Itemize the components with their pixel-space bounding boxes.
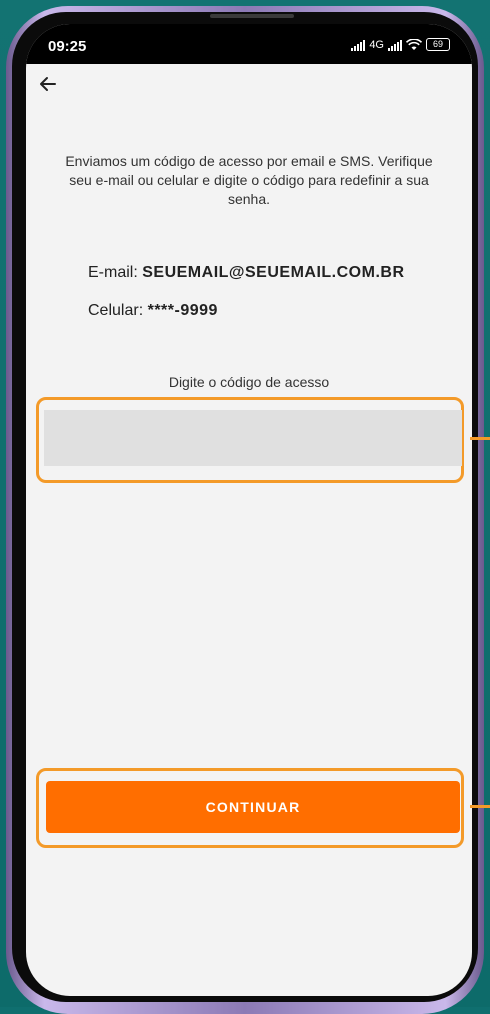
status-bar: 09:25 4G 69 bbox=[26, 24, 472, 64]
arrow-left-icon bbox=[40, 77, 56, 91]
email-value: SEUEMAIL@SEUEMAIL.COM.BR bbox=[142, 264, 405, 281]
email-row: E-mail: SEUEMAIL@SEUEMAIL.COM.BR bbox=[88, 264, 405, 282]
intro-text: Enviamos um código de acesso por email e… bbox=[65, 153, 433, 207]
access-code-input[interactable] bbox=[44, 410, 462, 466]
email-label: E-mail: bbox=[88, 264, 138, 281]
continue-button-connector bbox=[470, 805, 490, 808]
status-icons: 4G 69 bbox=[351, 38, 450, 51]
battery-icon: 69 bbox=[426, 38, 450, 51]
status-time: 09:25 bbox=[48, 38, 87, 55]
code-label: Digite o código de acesso bbox=[168, 374, 330, 390]
network-type: 4G bbox=[369, 38, 384, 51]
wifi-icon bbox=[406, 38, 422, 50]
phone-label: Celular: bbox=[88, 302, 144, 319]
signal-icon bbox=[351, 39, 366, 51]
phone-row: Celular: ****-9999 bbox=[88, 302, 218, 320]
speaker-slot bbox=[210, 14, 294, 18]
phone-value: ****-9999 bbox=[147, 302, 218, 319]
phone-screen: 09:25 4G 69 Enviamos um código de acesso… bbox=[26, 24, 472, 996]
back-button[interactable] bbox=[38, 74, 62, 98]
continue-button[interactable]: CONTINUAR bbox=[46, 781, 460, 833]
code-input-connector bbox=[470, 437, 490, 440]
signal-icon-2 bbox=[388, 39, 402, 51]
